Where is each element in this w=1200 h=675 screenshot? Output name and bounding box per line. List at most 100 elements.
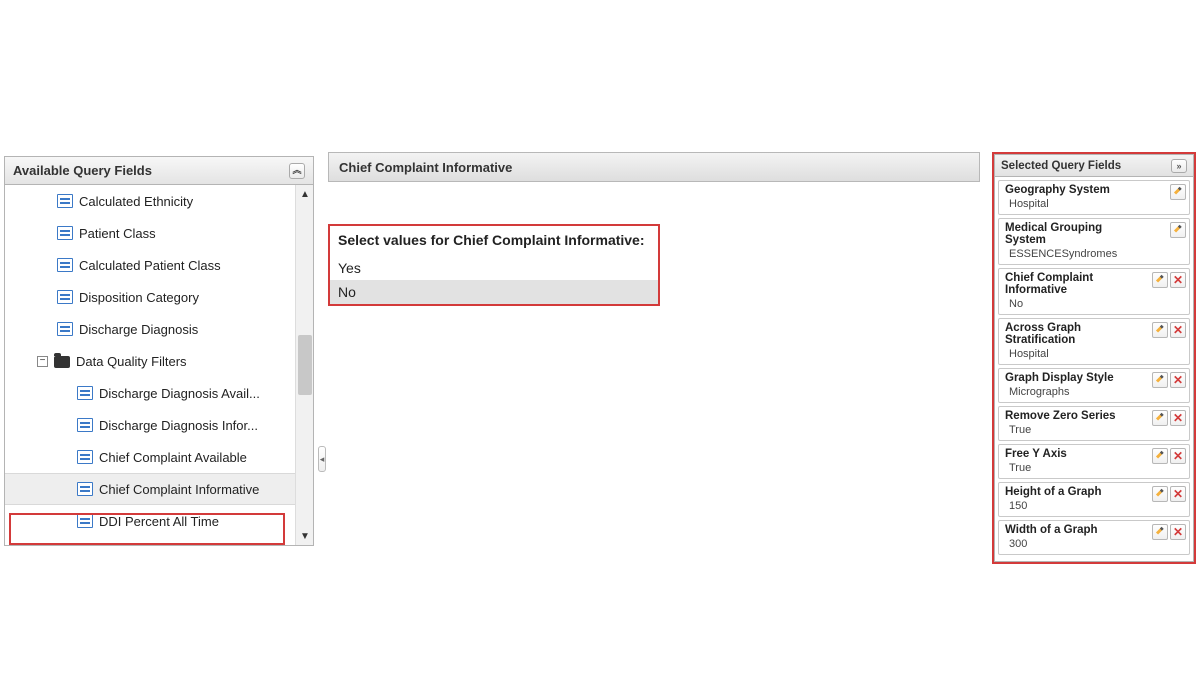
selected-query-fields-panel: Selected Query Fields » Geography System…	[994, 154, 1194, 562]
selected-field-item: Across Graph StratificationHospital✕	[998, 318, 1190, 365]
selected-field-actions: ✕	[1152, 448, 1186, 464]
remove-button[interactable]: ✕	[1170, 410, 1186, 426]
x-icon: ✕	[1173, 374, 1183, 386]
selected-field-item: Geography System Hospital	[998, 180, 1190, 215]
remove-button[interactable]: ✕	[1170, 322, 1186, 338]
edit-button[interactable]	[1152, 524, 1168, 540]
selected-field-value: ESSENCESyndromes	[1005, 248, 1185, 260]
field-icon	[57, 290, 73, 304]
selected-field-value: No	[1005, 298, 1185, 310]
field-icon	[77, 482, 93, 496]
tree-node-label: Disposition Category	[79, 290, 199, 305]
selected-field-actions: ✕	[1152, 272, 1186, 288]
selected-field-item: Remove Zero SeriesTrue✕	[998, 406, 1190, 441]
option-yes[interactable]: Yes	[330, 256, 658, 280]
tree-scrollbar[interactable]: ▲ ▼	[295, 185, 313, 545]
pencil-icon	[1156, 414, 1165, 423]
option-no[interactable]: No	[330, 280, 658, 304]
panel-expand-button[interactable]: »	[1171, 159, 1187, 173]
pencil-icon	[1156, 376, 1165, 385]
edit-button[interactable]	[1152, 372, 1168, 388]
value-selector-prompt: Select values for Chief Complaint Inform…	[330, 226, 658, 256]
selected-field-actions: ✕	[1152, 410, 1186, 426]
selected-field-title: Medical Grouping System	[1005, 222, 1185, 246]
edit-button[interactable]	[1152, 272, 1168, 288]
tree-field[interactable]: Chief Complaint Informative	[5, 473, 295, 505]
edit-button[interactable]	[1152, 486, 1168, 502]
tree-field[interactable]: Discharge Diagnosis	[5, 313, 295, 345]
remove-button[interactable]: ✕	[1170, 448, 1186, 464]
tree-node-label: Discharge Diagnosis Avail...	[99, 386, 260, 401]
remove-button[interactable]: ✕	[1170, 486, 1186, 502]
center-panel-title: Chief Complaint Informative	[328, 152, 980, 182]
value-selector-highlight: Select values for Chief Complaint Inform…	[328, 224, 660, 306]
x-icon: ✕	[1173, 526, 1183, 538]
selected-field-actions: ✕	[1152, 524, 1186, 540]
selected-field-value: Hospital	[1005, 348, 1185, 360]
tree-node-label: Patient Class	[79, 226, 156, 241]
selected-field-actions	[1170, 184, 1186, 200]
edit-button[interactable]	[1170, 184, 1186, 200]
selected-field-item: Chief Complaint InformativeNo✕	[998, 268, 1190, 315]
field-tree: Calculated Ethnicity Patient Class Calcula…	[5, 185, 295, 537]
tree-node-label: Discharge Diagnosis Infor...	[99, 418, 258, 433]
remove-button[interactable]: ✕	[1170, 272, 1186, 288]
selected-query-fields-highlight: Selected Query Fields » Geography System…	[992, 152, 1196, 564]
selected-query-fields-header: Selected Query Fields »	[995, 155, 1193, 177]
x-icon: ✕	[1173, 274, 1183, 286]
available-query-fields-header: Available Query Fields ︽	[5, 157, 313, 185]
field-icon	[77, 514, 93, 528]
selected-query-fields-title: Selected Query Fields	[1001, 155, 1121, 177]
tree-field[interactable]: Chief Complaint Available	[5, 441, 295, 473]
pencil-icon	[1174, 226, 1183, 235]
tree-field[interactable]: Discharge Diagnosis Avail...	[5, 377, 295, 409]
tree-folder[interactable]: −Data Quality Filters	[5, 345, 295, 377]
x-icon: ✕	[1173, 324, 1183, 336]
selected-field-title: Geography System	[1005, 184, 1185, 196]
tree-collapse-toggle[interactable]: −	[37, 356, 48, 367]
pencil-icon	[1156, 452, 1165, 461]
available-query-fields-panel: Available Query Fields ︽ Calculated Ethn…	[4, 156, 314, 546]
edit-button[interactable]	[1152, 410, 1168, 426]
selected-field-actions	[1170, 222, 1186, 238]
available-query-fields-title: Available Query Fields	[13, 157, 152, 185]
scroll-up-arrow-icon[interactable]: ▲	[296, 185, 313, 203]
double-chevron-right-icon: »	[1176, 155, 1181, 177]
x-icon: ✕	[1173, 488, 1183, 500]
remove-button[interactable]: ✕	[1170, 524, 1186, 540]
tree-node-label: Chief Complaint Available	[99, 450, 247, 465]
tree-scroll-area: Calculated Ethnicity Patient Class Calcula…	[5, 185, 313, 545]
selected-field-value: Hospital	[1005, 198, 1185, 210]
tree-field[interactable]: Discharge Diagnosis Infor...	[5, 409, 295, 441]
scroll-down-arrow-icon[interactable]: ▼	[296, 527, 313, 545]
field-icon	[77, 386, 93, 400]
center-panel: Chief Complaint Informative Select value…	[328, 152, 980, 306]
tree-node-label: Discharge Diagnosis	[79, 322, 198, 337]
splitter-handle[interactable]: ◂	[318, 446, 326, 472]
tree-node-label: Calculated Patient Class	[79, 258, 221, 273]
selected-field-actions: ✕	[1152, 486, 1186, 502]
tree-field[interactable]: DDI Percent All Time	[5, 505, 295, 537]
tree-field[interactable]: Disposition Category	[5, 281, 295, 313]
pencil-icon	[1174, 188, 1183, 197]
field-icon	[77, 418, 93, 432]
app-stage: Available Query Fields ︽ Calculated Ethn…	[0, 0, 1200, 675]
tree-node-label: DDI Percent All Time	[99, 514, 219, 529]
scroll-thumb[interactable]	[298, 335, 312, 395]
tree-field[interactable]: Calculated Ethnicity	[5, 185, 295, 217]
panel-collapse-button[interactable]: ︽	[289, 163, 305, 179]
folder-icon	[54, 356, 70, 368]
selected-field-item: Graph Display StyleMicrographs✕	[998, 368, 1190, 403]
field-icon	[57, 226, 73, 240]
edit-button[interactable]	[1170, 222, 1186, 238]
tree-field[interactable]: Patient Class	[5, 217, 295, 249]
remove-button[interactable]: ✕	[1170, 372, 1186, 388]
double-chevron-up-icon: ︽	[292, 166, 301, 175]
edit-button[interactable]	[1152, 322, 1168, 338]
tree-field[interactable]: Calculated Patient Class	[5, 249, 295, 281]
pencil-icon	[1156, 326, 1165, 335]
vertical-splitter: ◂	[318, 156, 326, 546]
selected-field-item: Free Y AxisTrue✕	[998, 444, 1190, 479]
edit-button[interactable]	[1152, 448, 1168, 464]
pencil-icon	[1156, 276, 1165, 285]
